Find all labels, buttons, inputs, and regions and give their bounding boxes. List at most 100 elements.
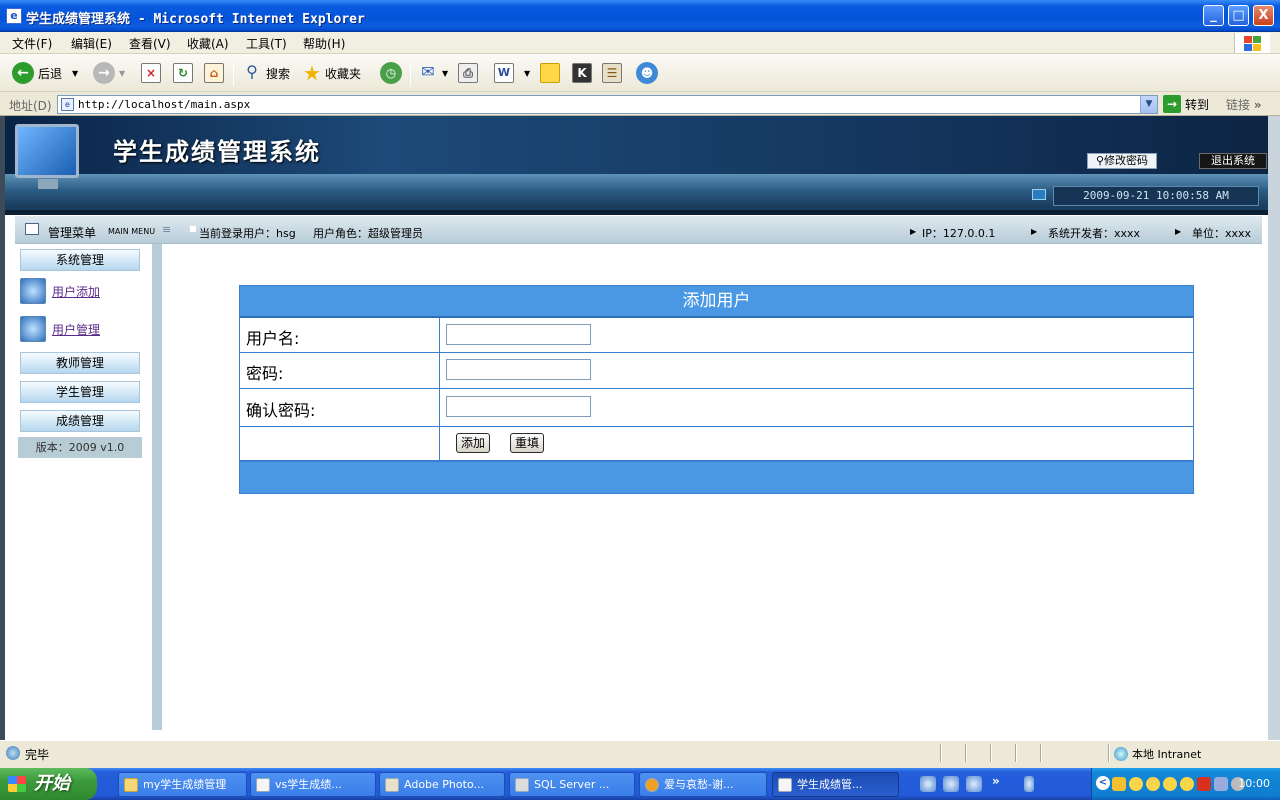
printer-icon: ⎙: [458, 63, 478, 83]
home-button[interactable]: ⌂: [204, 60, 224, 86]
sidebar-teacher-management[interactable]: 教师管理: [20, 352, 140, 374]
username-input[interactable]: [446, 324, 591, 345]
menu-tools[interactable]: 工具(T): [246, 35, 287, 52]
menu-help[interactable]: 帮助(H): [303, 35, 345, 52]
sidebar-student-management[interactable]: 学生管理: [20, 381, 140, 403]
column-divider: [439, 353, 440, 388]
task-label: my学生成绩管理: [143, 778, 227, 791]
page-icon: e: [61, 98, 74, 111]
status-divider: [1040, 744, 1042, 762]
forward-button[interactable]: → ▼: [93, 60, 125, 86]
toolbar-separator: [410, 62, 411, 86]
tray-expand-icon[interactable]: <: [1096, 776, 1110, 790]
stop-button[interactable]: ×: [141, 60, 161, 86]
task-visual-studio[interactable]: vs学生成绩...: [250, 772, 376, 797]
address-input[interactable]: e http://localhost/main.aspx ▼: [57, 95, 1158, 114]
datetime-display: 2009-09-21 10:00:58 AM: [1053, 186, 1259, 206]
task-ie-active[interactable]: 学生成绩管...: [772, 772, 899, 797]
tray-icon[interactable]: [1112, 777, 1126, 791]
home-icon: ⌂: [204, 63, 224, 83]
menu-edit[interactable]: 编辑(E): [71, 35, 112, 52]
menu-favorites[interactable]: 收藏(A): [187, 35, 229, 52]
menu-file[interactable]: 文件(F): [12, 35, 52, 52]
confirm-password-label: 确认密码:: [246, 401, 316, 420]
search-button[interactable]: ⚲ 搜索: [242, 60, 290, 86]
add-button[interactable]: 添加: [456, 433, 491, 453]
back-dropdown-icon[interactable]: ▼: [72, 69, 78, 78]
research-button[interactable]: ☰: [602, 60, 622, 86]
address-url[interactable]: http://localhost/main.aspx: [78, 98, 250, 111]
history-button[interactable]: ◷: [380, 60, 402, 86]
mail-button[interactable]: ✉ ▼: [418, 60, 448, 86]
books-icon: ☰: [602, 63, 622, 83]
messenger-button[interactable]: ☻: [636, 60, 658, 86]
password-label: 密码:: [246, 364, 284, 383]
task-photoshop[interactable]: Adobe Photo...: [379, 772, 505, 797]
qq-icon[interactable]: [1146, 777, 1160, 791]
discuss-button[interactable]: [540, 60, 560, 86]
qq-icon[interactable]: [1180, 777, 1194, 791]
vs-icon: [256, 778, 270, 792]
task-music[interactable]: 爱与哀愁-谢...: [639, 772, 767, 797]
quicklaunch-icon[interactable]: [966, 776, 982, 792]
back-button[interactable]: ← 后退 ▼: [12, 60, 78, 86]
history-icon: ◷: [380, 62, 402, 84]
minimize-button[interactable]: _: [1203, 5, 1224, 26]
print-button[interactable]: ⎙: [458, 60, 478, 86]
status-divider: [1015, 744, 1017, 762]
menu-view[interactable]: 查看(V): [129, 35, 171, 52]
ie-quicklaunch-icon[interactable]: [920, 776, 936, 792]
k-button[interactable]: K: [572, 60, 592, 86]
column-divider: [439, 318, 440, 352]
security-zone[interactable]: 本地 Intranet: [1114, 746, 1201, 762]
version-label: 版本：2009 v1.0: [18, 437, 142, 458]
favorites-label: 收藏夹: [324, 66, 361, 81]
form-title: 添加用户: [240, 286, 1193, 318]
monitor-icon: [15, 124, 79, 189]
status-divider: [940, 744, 942, 762]
quicklaunch-icon[interactable]: [943, 776, 959, 792]
sidebar-item-add-user[interactable]: 用户添加: [20, 278, 100, 304]
more-chevron-icon[interactable]: »: [992, 774, 1000, 788]
favorites-button[interactable]: ★ 收藏夹: [303, 60, 361, 86]
add-user-link[interactable]: 用户添加: [52, 283, 100, 300]
add-user-form: 添加用户 用户名: 密码: 确认密码: 添加 重填: [239, 285, 1194, 494]
maximize-button[interactable]: □: [1228, 5, 1249, 26]
qq-icon[interactable]: [1163, 777, 1177, 791]
quicklaunch-icon[interactable]: [1024, 776, 1034, 792]
developer: 系统开发者：xxxx: [1048, 227, 1141, 240]
window-title-bar[interactable]: e 学生成绩管理系统 - Microsoft Internet Explorer…: [0, 0, 1280, 32]
qq-icon[interactable]: [1129, 777, 1143, 791]
sidebar-item-manage-user[interactable]: 用户管理: [20, 316, 100, 342]
refresh-button[interactable]: ↻: [173, 60, 193, 86]
task-folder[interactable]: my学生成绩管理: [118, 772, 247, 797]
change-password-button[interactable]: ⚲修改密码: [1087, 153, 1157, 169]
site-title: 学生成绩管理系统: [113, 138, 321, 166]
antivirus-icon[interactable]: [1197, 777, 1211, 791]
task-label: SQL Server ...: [534, 778, 610, 791]
manage-user-link[interactable]: 用户管理: [52, 321, 100, 338]
start-button[interactable]: 开始: [0, 768, 97, 800]
tray-icon[interactable]: [1214, 777, 1228, 791]
task-sql-server[interactable]: SQL Server ...: [509, 772, 635, 797]
refresh-icon: ↻: [173, 63, 193, 83]
close-button[interactable]: X: [1253, 5, 1274, 26]
ie-icon: [778, 778, 792, 792]
reset-button[interactable]: 重填: [510, 433, 545, 453]
k-logo-icon: K: [572, 63, 592, 83]
column-divider: [439, 389, 440, 426]
confirm-password-input[interactable]: [446, 396, 591, 417]
user-role: 用户角色：超级管理员: [313, 227, 423, 240]
address-dropdown-icon[interactable]: ▼: [1140, 96, 1157, 113]
sidebar-score-management[interactable]: 成绩管理: [20, 410, 140, 432]
links-toolbar[interactable]: 链接 »: [1226, 96, 1262, 113]
task-label: 爱与哀愁-谢...: [664, 778, 734, 791]
sidebar-system-management[interactable]: 系统管理: [20, 249, 140, 271]
toolbar-separator: [233, 62, 234, 86]
taskbar: 开始 my学生成绩管理 vs学生成绩... Adobe Photo... SQL…: [0, 768, 1280, 800]
edit-word-button[interactable]: W ▼: [494, 60, 530, 86]
password-input[interactable]: [446, 359, 591, 380]
go-button[interactable]: → 转到: [1163, 95, 1209, 113]
search-icon: ⚲: [246, 62, 258, 81]
logout-button[interactable]: 退出系统: [1199, 153, 1267, 169]
